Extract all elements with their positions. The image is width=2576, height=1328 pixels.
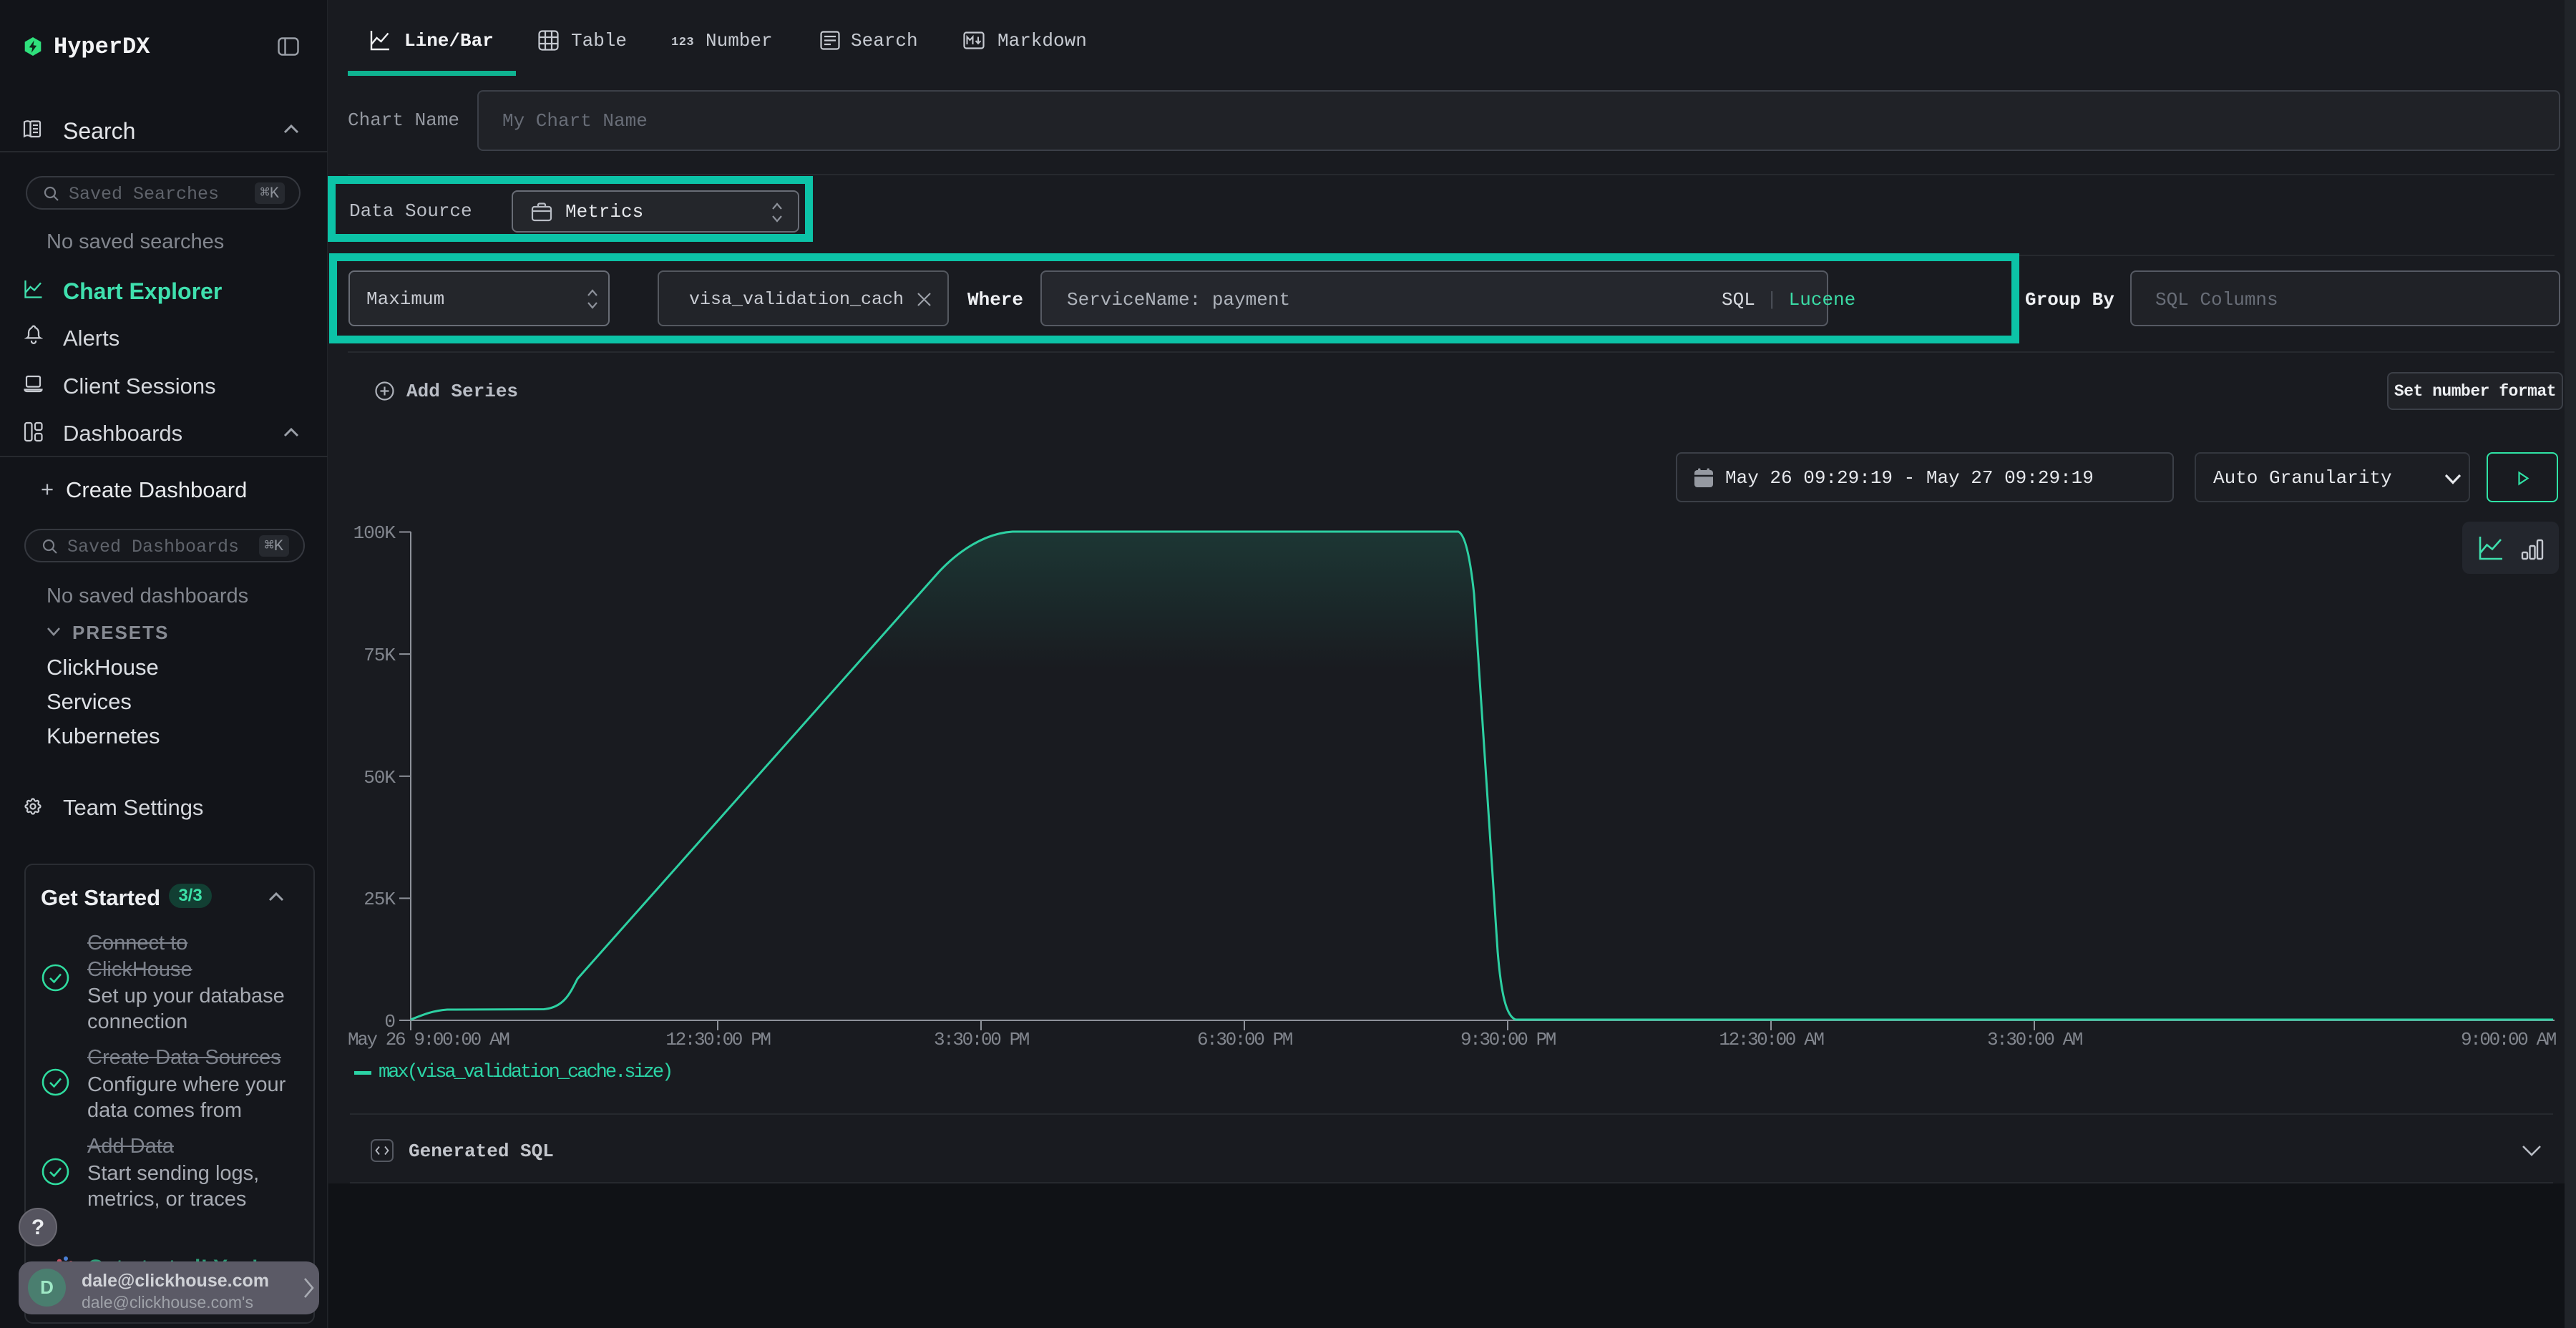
svg-text:3:30:00 PM: 3:30:00 PM: [934, 1029, 1029, 1050]
svg-text:3:30:00 AM: 3:30:00 AM: [1987, 1029, 2082, 1050]
svg-text:9:30:00 PM: 9:30:00 PM: [1460, 1029, 1556, 1050]
svg-text:12:30:00 PM: 12:30:00 PM: [665, 1029, 770, 1050]
svg-text:May 26 9:00:00 AM: May 26 9:00:00 AM: [348, 1029, 509, 1050]
svg-text:25K: 25K: [364, 889, 396, 910]
svg-text:9:00:00 AM: 9:00:00 AM: [2461, 1029, 2556, 1050]
svg-text:75K: 75K: [364, 645, 396, 666]
svg-text:6:30:00 PM: 6:30:00 PM: [1197, 1029, 1292, 1050]
svg-text:50K: 50K: [364, 767, 396, 788]
svg-text:12:30:00 AM: 12:30:00 AM: [1719, 1029, 1823, 1050]
svg-text:100K: 100K: [353, 522, 396, 544]
